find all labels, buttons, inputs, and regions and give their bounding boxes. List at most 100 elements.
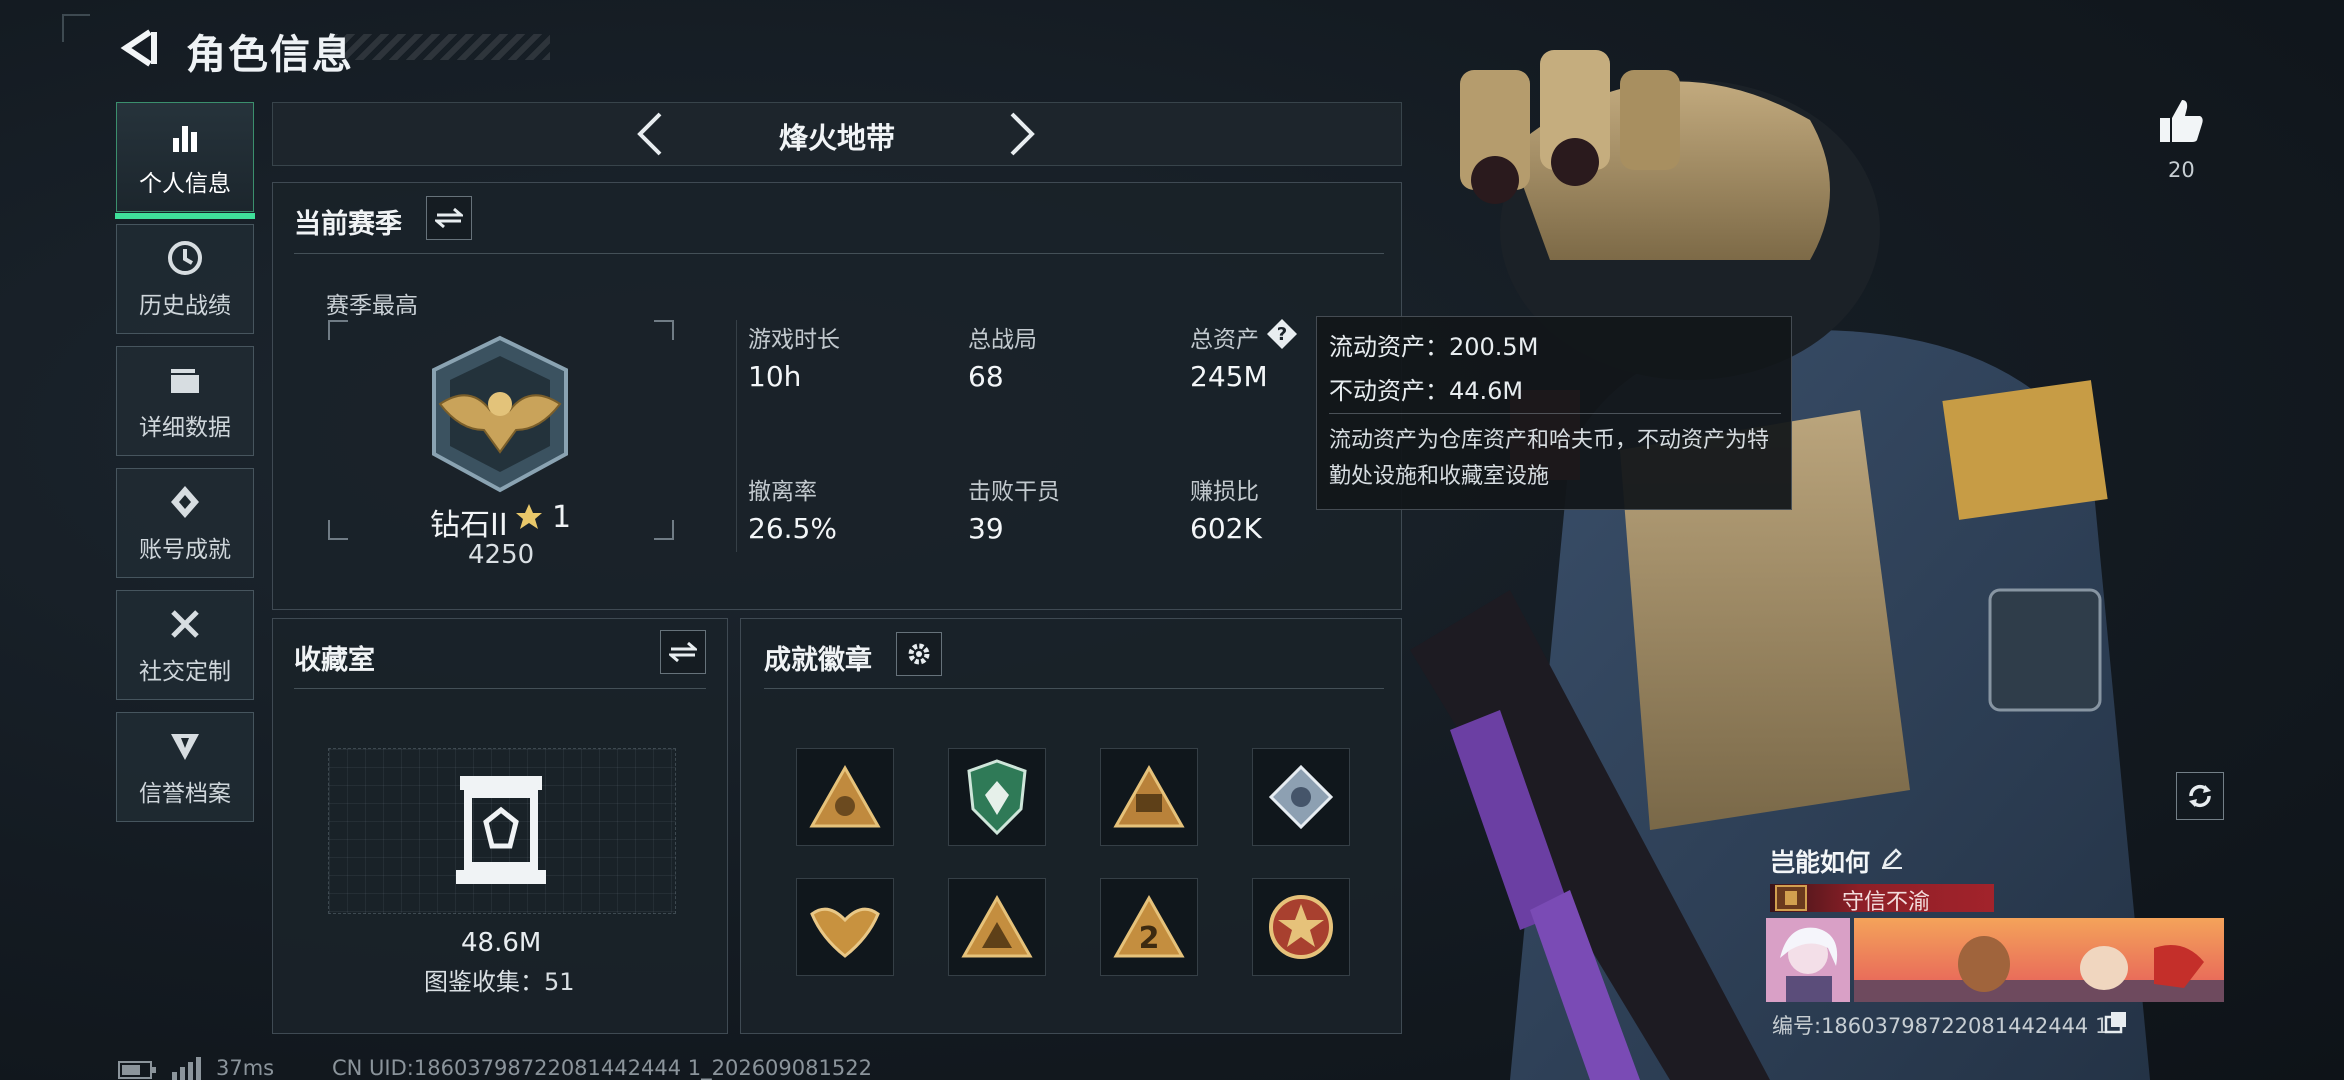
chevron-right-icon[interactable]	[1004, 108, 1040, 160]
chevron-left-icon[interactable]	[632, 108, 668, 160]
stat-value: 602K	[1190, 512, 1262, 545]
svg-text:2: 2	[1139, 921, 1160, 956]
badge-slot[interactable]	[1252, 878, 1350, 976]
badges-settings-button[interactable]	[896, 632, 942, 676]
sidebar-item-label: 账号成就	[139, 537, 231, 563]
title-stripe-decoration	[330, 34, 550, 60]
badges-title: 成就徽章	[764, 645, 872, 676]
shield-badge-icon	[967, 759, 1027, 836]
copy-icon[interactable]	[2104, 1010, 2128, 1034]
star-icon	[516, 504, 542, 529]
stat-label: 击败干员	[968, 479, 1060, 505]
svg-text:?: ?	[1277, 324, 1287, 345]
gear-icon	[908, 643, 930, 665]
codex-count: 图鉴收集：51	[424, 968, 575, 996]
title-emblem-icon	[1775, 885, 1807, 911]
battery-icon	[118, 1061, 156, 1079]
player-name: 岂能如何	[1770, 848, 1871, 877]
refresh-icon	[2189, 784, 2211, 808]
stat-label: 总资产	[1190, 327, 1259, 353]
badge-slot[interactable]	[796, 878, 894, 976]
signal-icon	[172, 1057, 201, 1080]
sidebar-item-personal-info[interactable]: 个人信息	[115, 102, 255, 219]
sidebar-item-label: 信誉档案	[139, 781, 231, 807]
page-title: 角色信息	[186, 32, 354, 78]
eagle-badge-icon	[810, 907, 880, 958]
column-divider	[736, 320, 737, 552]
uid-text: CN UID:18603798722081442444 1_2026090815…	[332, 1056, 872, 1080]
credit-icon	[171, 734, 199, 760]
stat-value: 68	[968, 360, 1004, 393]
swap-icon	[435, 207, 463, 229]
tooltip-description: 流动资产为仓库资产和哈夫币，不动资产为特勤处设施和收藏室设施	[1329, 428, 1770, 489]
section-divider	[294, 688, 706, 689]
stat-label: 游戏时长	[748, 327, 840, 353]
badge-slot[interactable]	[1252, 748, 1350, 846]
corner-decoration	[62, 14, 90, 42]
back-arrow-icon[interactable]	[116, 26, 160, 70]
player-id: 编号:18603798722081442444 1	[1772, 1014, 2109, 1038]
season-switch-button[interactable]	[426, 196, 472, 240]
banner-image[interactable]	[1854, 918, 2224, 1002]
swap-icon	[669, 641, 697, 663]
collection-value-text: 48.6M	[461, 928, 542, 958]
sidebar-item-history[interactable]: 历史战绩	[116, 224, 254, 334]
collection-switch-button[interactable]	[660, 630, 706, 674]
tools-icon	[171, 610, 199, 638]
sidebar-item-social[interactable]: 社交定制	[116, 590, 254, 700]
sidebar-item-details[interactable]: 详细数据	[116, 346, 254, 456]
badge-slot[interactable]: 2	[1100, 878, 1198, 976]
rotate-view-button[interactable]	[2176, 772, 2224, 820]
tooltip-liquid: 流动资产：200.5M	[1329, 333, 1539, 361]
sidebar-item-achievements[interactable]: 账号成就	[116, 468, 254, 578]
section-divider	[294, 253, 1384, 254]
stat-label: 总战局	[968, 327, 1037, 353]
help-icon[interactable]: ?	[1266, 318, 1298, 350]
stat-label: 赚损比	[1190, 479, 1259, 505]
gear-badge-icon	[1268, 764, 1334, 830]
season-title: 当前赛季	[294, 209, 402, 240]
clock-icon	[168, 241, 202, 275]
badge-slot[interactable]	[948, 878, 1046, 976]
helmet-badge-icon	[1113, 764, 1185, 828]
stat-value: 26.5%	[748, 512, 837, 545]
star-badge-icon	[1269, 895, 1333, 959]
tooltip-divider	[1329, 413, 1781, 414]
season-best-label: 赛季最高	[326, 293, 418, 319]
like-count: 20	[2168, 158, 2195, 182]
edit-icon[interactable]	[1880, 846, 1904, 870]
sidebar-item-label: 个人信息	[139, 171, 231, 197]
badge-slot[interactable]	[948, 748, 1046, 846]
rank-stars: 1	[552, 500, 572, 535]
avatar[interactable]	[1766, 918, 1850, 1002]
triangle-badge-icon	[809, 764, 881, 828]
ping-text: 37ms	[216, 1056, 275, 1080]
mode-title: 烽火地带	[778, 121, 895, 155]
rank-name: 钻石II	[430, 508, 508, 543]
section-divider	[764, 688, 1384, 689]
achievement-icon	[171, 486, 199, 518]
asset-tooltip: 流动资产：200.5M 不动资产：44.6M 流动资产为仓库资产和哈夫币，不动资…	[1316, 316, 1792, 510]
stat-value: 39	[968, 512, 1004, 545]
rank-emblem-icon	[432, 335, 568, 493]
collection-title: 收藏室	[294, 645, 375, 676]
mode-selector: 烽火地带	[272, 102, 1402, 166]
sidebar-item-label: 详细数据	[139, 415, 231, 441]
thumbs-up-icon[interactable]	[2156, 96, 2206, 146]
sidebar-item-credit[interactable]: 信誉档案	[116, 712, 254, 822]
vault-icon	[456, 776, 546, 884]
player-title: 守信不渝	[1842, 890, 1931, 915]
bar-chart-icon	[173, 126, 197, 152]
number-badge-icon: 2	[1113, 894, 1185, 958]
badge-slot[interactable]	[1100, 748, 1198, 846]
badge-slot[interactable]	[796, 748, 894, 846]
folder-icon	[171, 369, 199, 393]
stat-value: 245M	[1190, 360, 1268, 393]
sidebar-item-label: 社交定制	[139, 659, 231, 685]
sidebar-item-label: 历史战绩	[139, 293, 231, 319]
tooltip-fixed: 不动资产：44.6M	[1329, 377, 1524, 405]
stat-value: 10h	[748, 360, 802, 393]
tent-badge-icon	[961, 894, 1033, 958]
rank-score: 4250	[468, 540, 535, 570]
stat-label: 撤离率	[748, 479, 817, 505]
